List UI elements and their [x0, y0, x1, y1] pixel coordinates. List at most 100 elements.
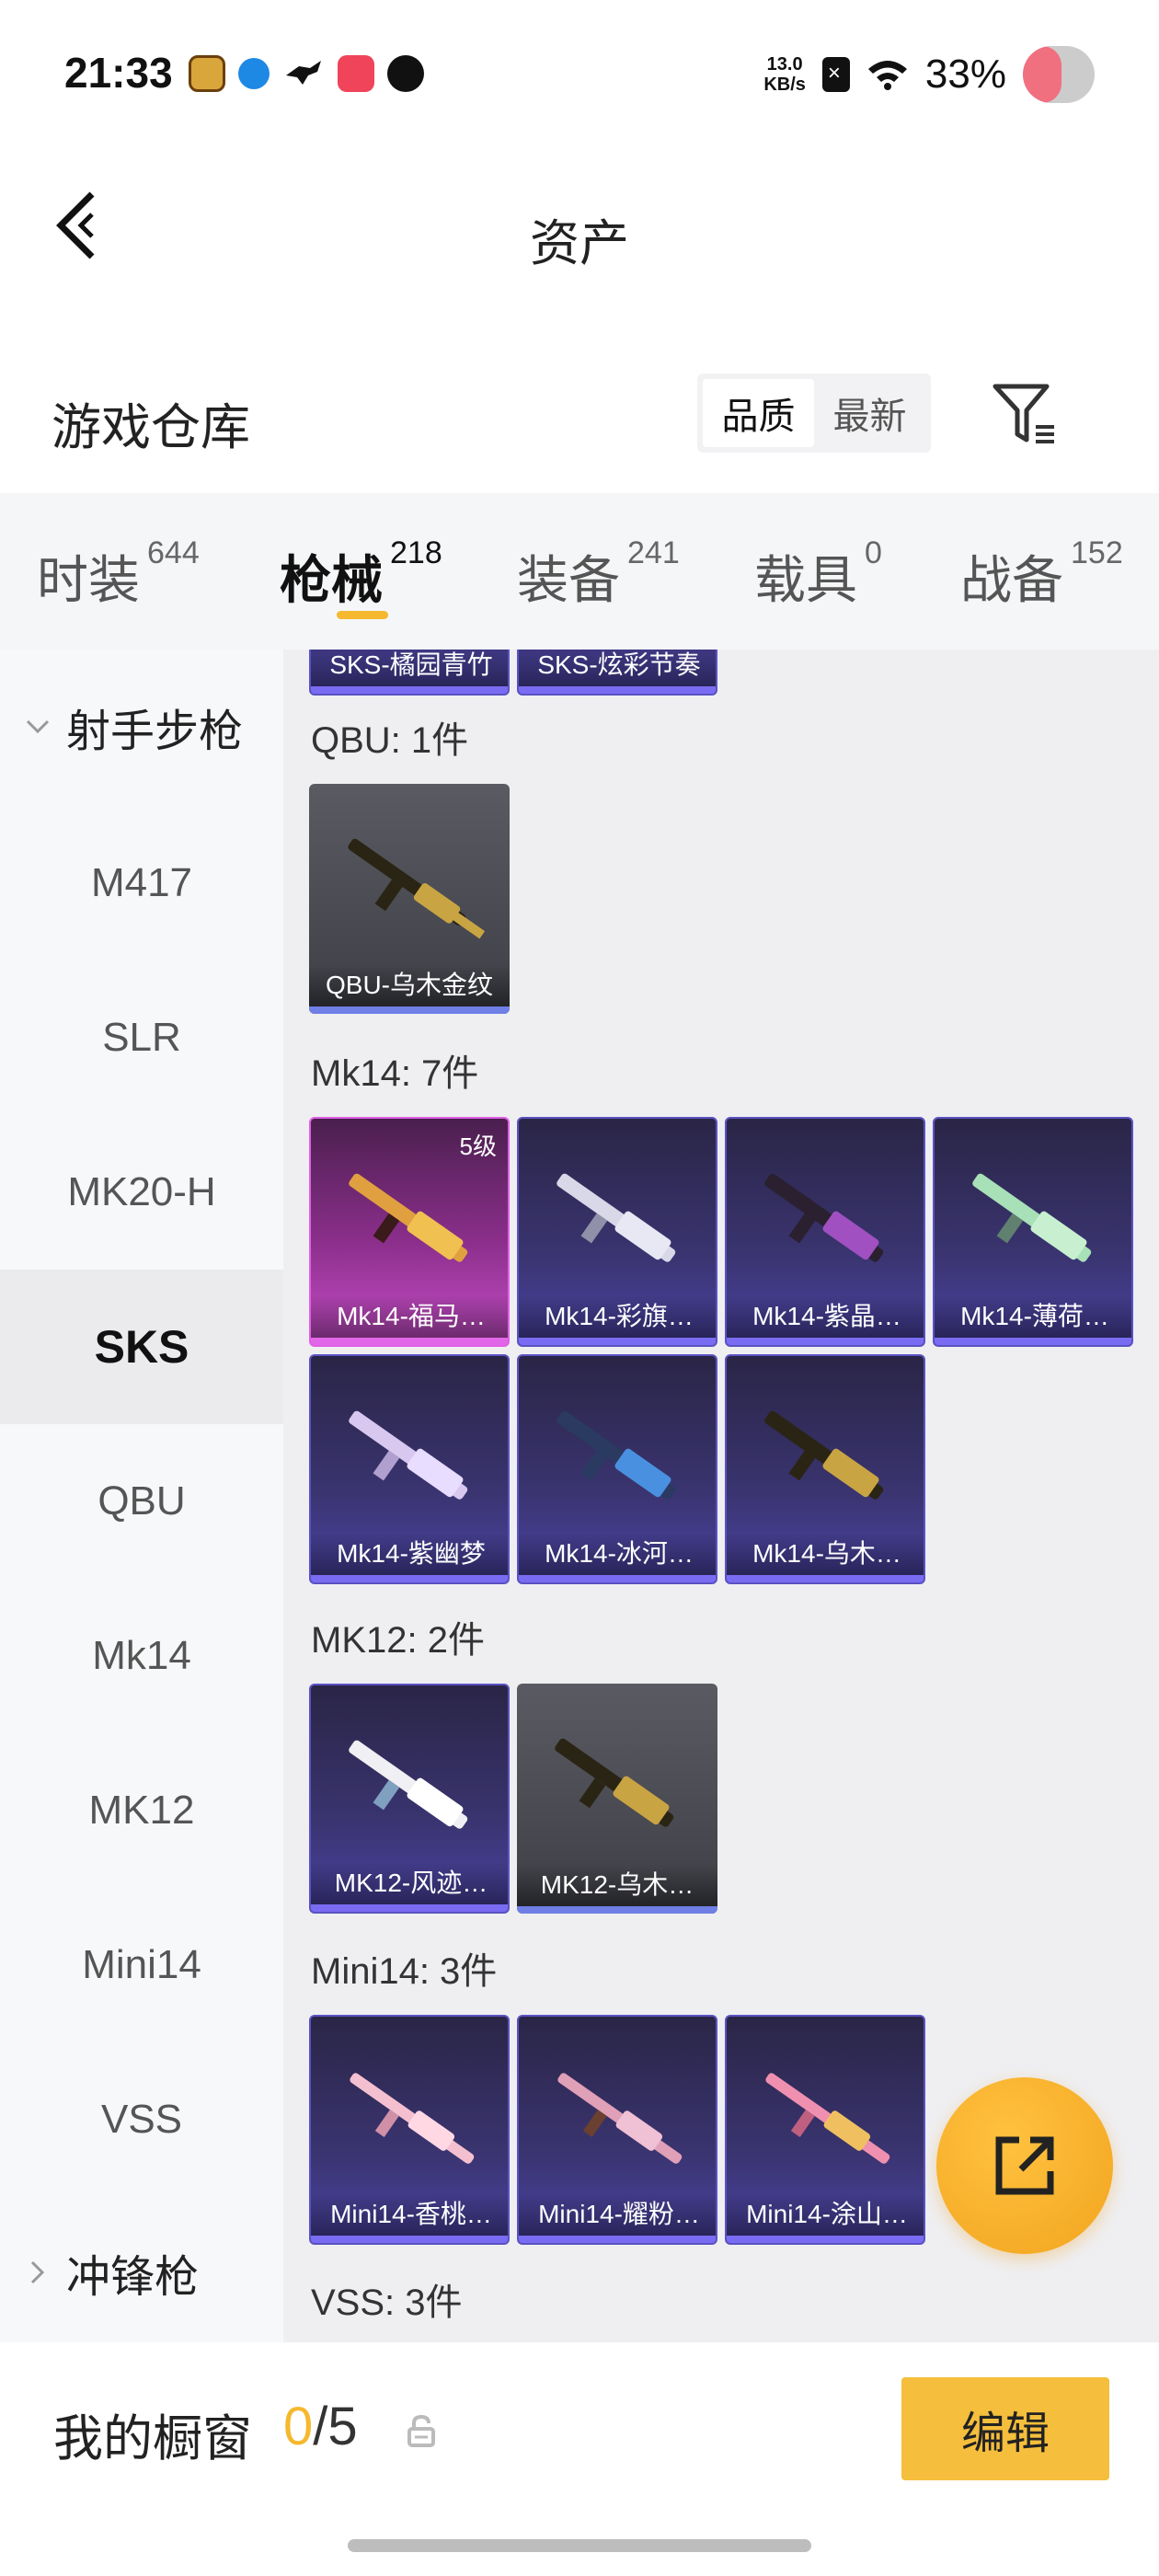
- home-indicator[interactable]: [348, 2539, 811, 2552]
- tab-count: 218: [390, 535, 442, 570]
- sidebar-item-vss[interactable]: VSS: [0, 2042, 283, 2197]
- sidebar-item-slr[interactable]: SLR: [0, 960, 283, 1115]
- edit-button[interactable]: 编辑: [901, 2377, 1109, 2480]
- bird-app-icon: [282, 55, 325, 92]
- skin-name: Mk14-紫幽梦: [311, 1533, 508, 1575]
- skin-name: Mk14-福马…: [311, 1295, 508, 1338]
- tab-label: 载具: [754, 551, 857, 609]
- wifi-icon: [866, 58, 909, 91]
- rarity-bar: [309, 1006, 510, 1014]
- skin-name: Mk14-彩旗…: [519, 1295, 716, 1338]
- skin-card[interactable]: 5级 Mk14-福马…: [309, 1117, 510, 1347]
- skin-card[interactable]: Mini14-香桃…: [309, 2015, 510, 2245]
- skin-name: MK12-风迹…: [311, 1862, 508, 1904]
- sidebar-group-smg[interactable]: 冲锋枪: [0, 2199, 283, 2342]
- skin-name: SKS-炫彩节奏: [519, 650, 716, 686]
- section-title-mk14: Mk14: 7件: [311, 1053, 479, 1094]
- rarity-bar: [727, 1575, 924, 1582]
- status-bar: 21:33 13.0 KB/s 33%: [0, 0, 1159, 147]
- tab-label: 时装: [37, 551, 140, 609]
- skin-card[interactable]: MK12-乌木…: [517, 1684, 717, 1914]
- rarity-bar: [311, 1904, 508, 1912]
- skin-name: Mk14-冰河…: [519, 1533, 716, 1575]
- skin-card[interactable]: Mk14-冰河…: [517, 1354, 717, 1584]
- skin-card[interactable]: Mk14-紫幽梦: [309, 1354, 510, 1584]
- skin-card[interactable]: Mini14-涂山…: [725, 2015, 925, 2245]
- sidebar-item-sks[interactable]: SKS: [0, 1270, 283, 1424]
- rarity-bar: [311, 686, 508, 694]
- skin-name: MK12-乌木…: [517, 1864, 717, 1906]
- sidebar-group-label: 射手步枪: [66, 707, 244, 756]
- sidebar-item-mini14[interactable]: Mini14: [0, 1888, 283, 2042]
- status-time: 21:33: [64, 49, 173, 97]
- lock-icon: [407, 2414, 435, 2447]
- rarity-bar: [519, 1575, 716, 1582]
- skin-name: Mk14-薄荷…: [935, 1295, 1131, 1338]
- tab-count: 644: [147, 535, 200, 570]
- filter-icon: [993, 384, 1054, 443]
- network-speed: 13.0 KB/s: [763, 54, 806, 95]
- tab-label: 装备: [517, 551, 620, 609]
- skin-card[interactable]: Mk14-紫晶…: [725, 1117, 925, 1347]
- skin-card[interactable]: SKS-橘园青竹: [309, 650, 510, 696]
- skin-name: Mini14-涂山…: [727, 2193, 924, 2236]
- sidebar-item-qbu[interactable]: QBU: [0, 1424, 283, 1579]
- showcase-bar: 我的橱窗 0/5 编辑: [0, 2342, 1159, 2576]
- network-speed-value: 13.0: [766, 54, 803, 75]
- sidebar-item-mk20h[interactable]: MK20-H: [0, 1115, 283, 1270]
- tab-weapons[interactable]: 枪械 218: [280, 535, 442, 614]
- user-avatar[interactable]: [1023, 46, 1095, 103]
- browser-app-icon: [387, 55, 424, 92]
- rarity-bar: [519, 1338, 716, 1345]
- section-title-vss: VSS: 3件: [311, 2283, 463, 2323]
- sidebar-group-marksman-rifles[interactable]: 射手步枪: [0, 653, 283, 800]
- warehouse-title: 游戏仓库: [52, 400, 250, 455]
- chevron-down-icon: [26, 719, 50, 734]
- rarity-bar: [935, 1338, 1131, 1345]
- skin-name: Mini14-耀粉…: [519, 2193, 716, 2236]
- chevron-right-icon: [30, 2260, 45, 2284]
- skin-name: QBU-乌木金纹: [309, 964, 510, 1006]
- sidebar-item-m417[interactable]: M417: [0, 806, 283, 960]
- message-app-icon: [238, 58, 270, 89]
- sidebar-item-mk12[interactable]: MK12: [0, 1733, 283, 1888]
- showcase-total: /5: [313, 2397, 358, 2456]
- skin-name: Mk14-紫晶…: [727, 1295, 924, 1338]
- tab-count: 241: [627, 535, 680, 570]
- skin-card[interactable]: Mk14-乌木…: [725, 1354, 925, 1584]
- tab-count: 152: [1071, 535, 1123, 570]
- skin-level: 5级: [459, 1133, 497, 1160]
- rarity-bar: [311, 2236, 508, 2243]
- share-external-icon: [995, 2136, 1054, 2195]
- rarity-bar: [517, 1906, 717, 1914]
- rarity-bar: [519, 686, 716, 694]
- tab-label: 枪械: [280, 551, 383, 609]
- skin-card[interactable]: MK12-风迹…: [309, 1684, 510, 1914]
- weapon-type-sidebar: 射手步枪 M417 SLR MK20-H SKS QBU Mk14 MK12 M…: [0, 650, 283, 2342]
- skin-card[interactable]: Mk14-彩旗…: [517, 1117, 717, 1347]
- skin-name: Mk14-乌木…: [727, 1533, 924, 1575]
- tab-label: 战备: [960, 551, 1063, 609]
- tab-supplies[interactable]: 战备 152: [960, 535, 1123, 614]
- filter-button[interactable]: [986, 377, 1060, 451]
- rarity-bar: [727, 1338, 924, 1345]
- section-title-mk12: MK12: 2件: [311, 1620, 485, 1661]
- sort-by-newest[interactable]: 最新: [814, 379, 925, 447]
- tab-equipment[interactable]: 装备 241: [517, 535, 680, 614]
- skin-card[interactable]: QBU-乌木金纹: [309, 784, 510, 1014]
- battery-level: 33%: [924, 52, 1006, 97]
- tab-outfits[interactable]: 时装 644: [37, 535, 200, 614]
- game-app-icon: [189, 55, 225, 92]
- sort-by-quality[interactable]: 品质: [703, 379, 814, 447]
- section-title-qbu: QBU: 1件: [311, 720, 469, 761]
- showcase-current: 0: [283, 2397, 314, 2456]
- notification-icons: [189, 55, 424, 92]
- share-button[interactable]: [936, 2077, 1113, 2254]
- skin-card[interactable]: SKS-炫彩节奏: [517, 650, 717, 696]
- sidebar-item-mk14[interactable]: Mk14: [0, 1579, 283, 1733]
- skin-card[interactable]: Mk14-薄荷…: [933, 1117, 1133, 1347]
- rarity-bar: [311, 1575, 508, 1582]
- skin-card[interactable]: Mini14-耀粉…: [517, 2015, 717, 2245]
- tab-vehicles[interactable]: 载具 0: [754, 535, 882, 614]
- skin-name: SKS-橘园青竹: [311, 650, 508, 686]
